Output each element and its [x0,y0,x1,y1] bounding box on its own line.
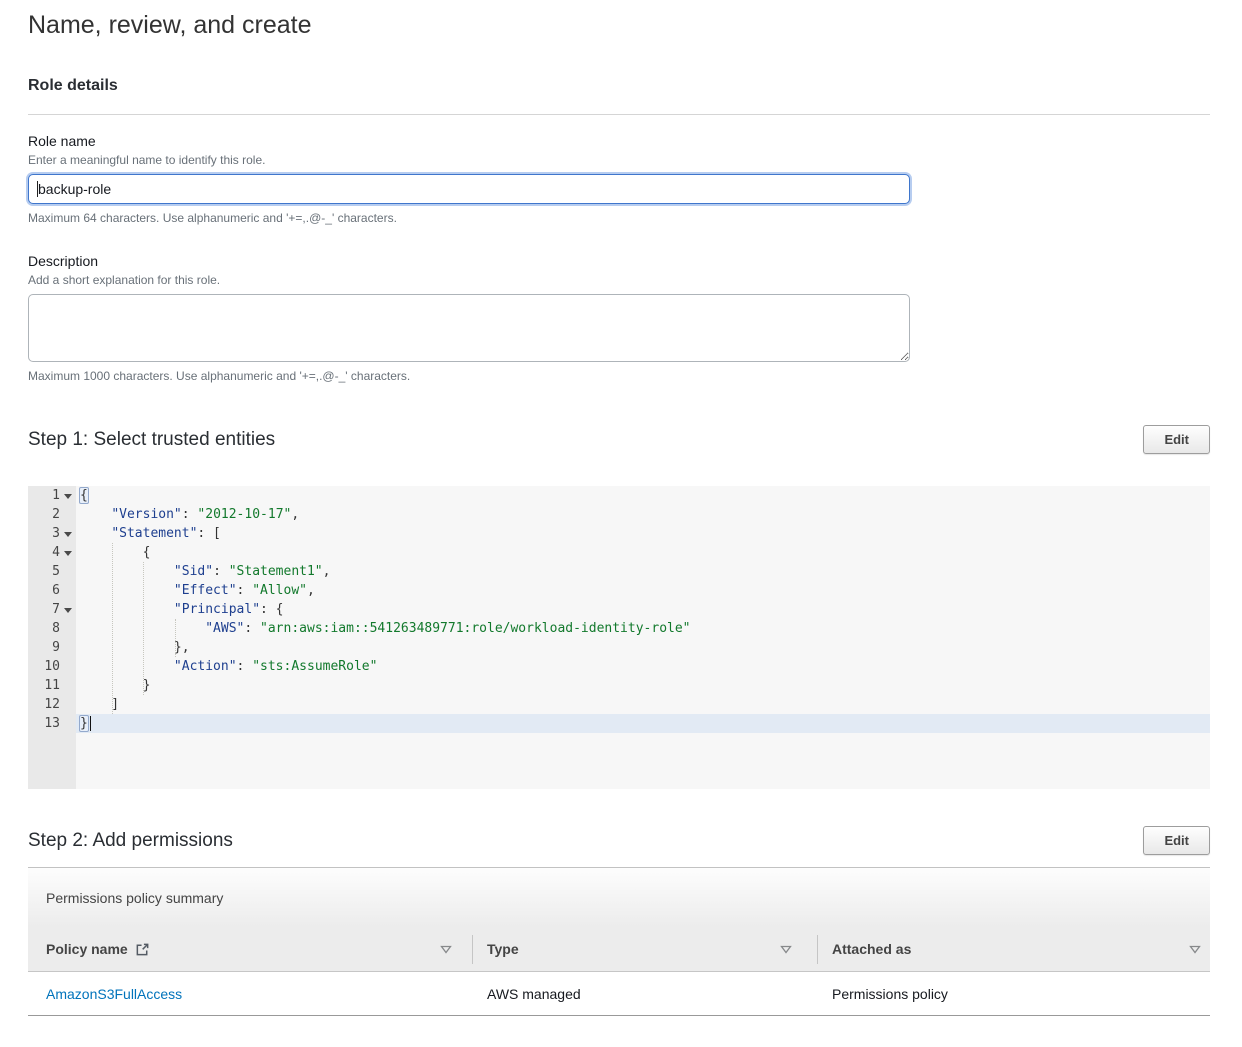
column-header-type: Type [473,927,818,971]
column-header-attached-as: Attached as [818,927,1210,971]
editor-code-line[interactable]: "Statement": [ [76,524,1210,543]
role-name-hint: Enter a meaningful name to identify this… [28,153,1210,167]
page-title: Name, review, and create [28,10,1210,40]
editor-line[interactable]: 5 "Sid": "Statement1", [28,562,1210,581]
fold-arrow-icon[interactable] [64,608,72,613]
policy-type-cell: AWS managed [473,986,818,1002]
editor-code-line[interactable]: { [76,543,1210,562]
step2-edit-button[interactable]: Edit [1143,826,1210,855]
description-label: Description [28,253,1210,270]
editor-line-number: 8 [28,619,76,638]
editor-line-number: 11 [28,676,76,695]
role-name-input-wrap [28,174,910,204]
editor-line[interactable]: 13} [28,714,1210,733]
column-label: Policy name [46,941,128,957]
page: Name, review, and create Role details Ro… [0,10,1242,1016]
sort-triangle-icon[interactable] [780,941,792,957]
fold-arrow-icon[interactable] [64,494,72,499]
column-label: Attached as [832,941,911,957]
role-details-heading: Role details [28,76,1210,95]
section-divider [28,114,1210,115]
trust-policy-editor[interactable]: 1{2 "Version": "2012-10-17",3 "Statement… [28,486,1210,789]
indent-guide [175,619,176,657]
step2-section: Step 2: Add permissions Edit Permissions… [28,826,1210,1016]
editor-line[interactable]: 2 "Version": "2012-10-17", [28,505,1210,524]
editor-code-line[interactable]: "Sid": "Statement1", [76,562,1210,581]
editor-code-line[interactable]: } [76,714,1210,733]
editor-line[interactable]: 8 "AWS": "arn:aws:iam::541263489771:role… [28,619,1210,638]
column-header-policy-name: Policy name [28,927,473,971]
policy-attached-as-cell: Permissions policy [818,986,1210,1002]
fold-arrow-icon[interactable] [64,551,72,556]
policy-name-link[interactable]: AmazonS3FullAccess [46,986,182,1002]
text-caret [37,181,38,197]
sort-triangle-icon[interactable] [440,941,452,957]
role-name-constraint: Maximum 64 characters. Use alphanumeric … [28,211,1210,225]
policy-table-body: AmazonS3FullAccess AWS managedPermissions… [28,972,1210,1016]
editor-line[interactable]: 1{ [28,486,1210,505]
step1-heading: Step 1: Select trusted entities [28,428,275,451]
description-textarea[interactable] [28,294,910,362]
editor-line-number: 2 [28,505,76,524]
step1-edit-button[interactable]: Edit [1143,425,1210,454]
step1-section: Step 1: Select trusted entities Edit 1{2… [28,425,1210,789]
editor-code-line[interactable]: }, [76,638,1210,657]
editor-line-number: 9 [28,638,76,657]
editor-code-line[interactable]: "Effect": "Allow", [76,581,1210,600]
editor-line-number: 12 [28,695,76,714]
editor-line-number: 5 [28,562,76,581]
external-link-icon [135,942,150,957]
editor-code-line[interactable]: } [76,676,1210,695]
role-details-section: Role details Role name Enter a meaningfu… [28,76,1210,383]
step2-heading: Step 2: Add permissions [28,829,233,852]
role-name-input[interactable] [28,174,910,204]
policy-table-header: Policy name Type At [28,927,1210,972]
editor-code-line[interactable]: ] [76,695,1210,714]
indent-guide [143,562,144,695]
editor-line[interactable]: 10 "Action": "sts:AssumeRole" [28,657,1210,676]
editor-code-line[interactable]: "Action": "sts:AssumeRole" [76,657,1210,676]
description-constraint: Maximum 1000 characters. Use alphanumeri… [28,369,1210,383]
editor-line-number: 4 [28,543,76,562]
editor-line-number: 3 [28,524,76,543]
table-row: AmazonS3FullAccess AWS managedPermissions… [28,972,1210,1016]
sort-triangle-icon[interactable] [1189,941,1201,957]
editor-code-line[interactable]: { [76,486,1210,505]
editor-line-number: 6 [28,581,76,600]
editor-line-number: 1 [28,486,76,505]
column-label: Type [487,941,519,957]
editor-code-line[interactable]: "Version": "2012-10-17", [76,505,1210,524]
editor-code-line[interactable]: "AWS": "arn:aws:iam::541263489771:role/w… [76,619,1210,638]
editor-line[interactable]: 9 }, [28,638,1210,657]
permissions-summary-title: Permissions policy summary [46,890,223,906]
editor-code-line[interactable]: "Principal": { [76,600,1210,619]
editor-line-number: 7 [28,600,76,619]
role-name-label: Role name [28,133,1210,150]
editor-line[interactable]: 12 ] [28,695,1210,714]
editor-line-number: 10 [28,657,76,676]
editor-line[interactable]: 11 } [28,676,1210,695]
policy-editor-lines: 1{2 "Version": "2012-10-17",3 "Statement… [28,486,1210,733]
editor-line[interactable]: 4 { [28,543,1210,562]
fold-arrow-icon[interactable] [64,532,72,537]
description-hint: Add a short explanation for this role. [28,273,1210,287]
editor-line[interactable]: 6 "Effect": "Allow", [28,581,1210,600]
editor-line[interactable]: 7 "Principal": { [28,600,1210,619]
indent-guide [112,543,113,714]
editor-caret [90,716,91,731]
editor-line-number: 13 [28,714,76,733]
permissions-summary-panel: Permissions policy summary [28,868,1210,927]
editor-line[interactable]: 3 "Statement": [ [28,524,1210,543]
